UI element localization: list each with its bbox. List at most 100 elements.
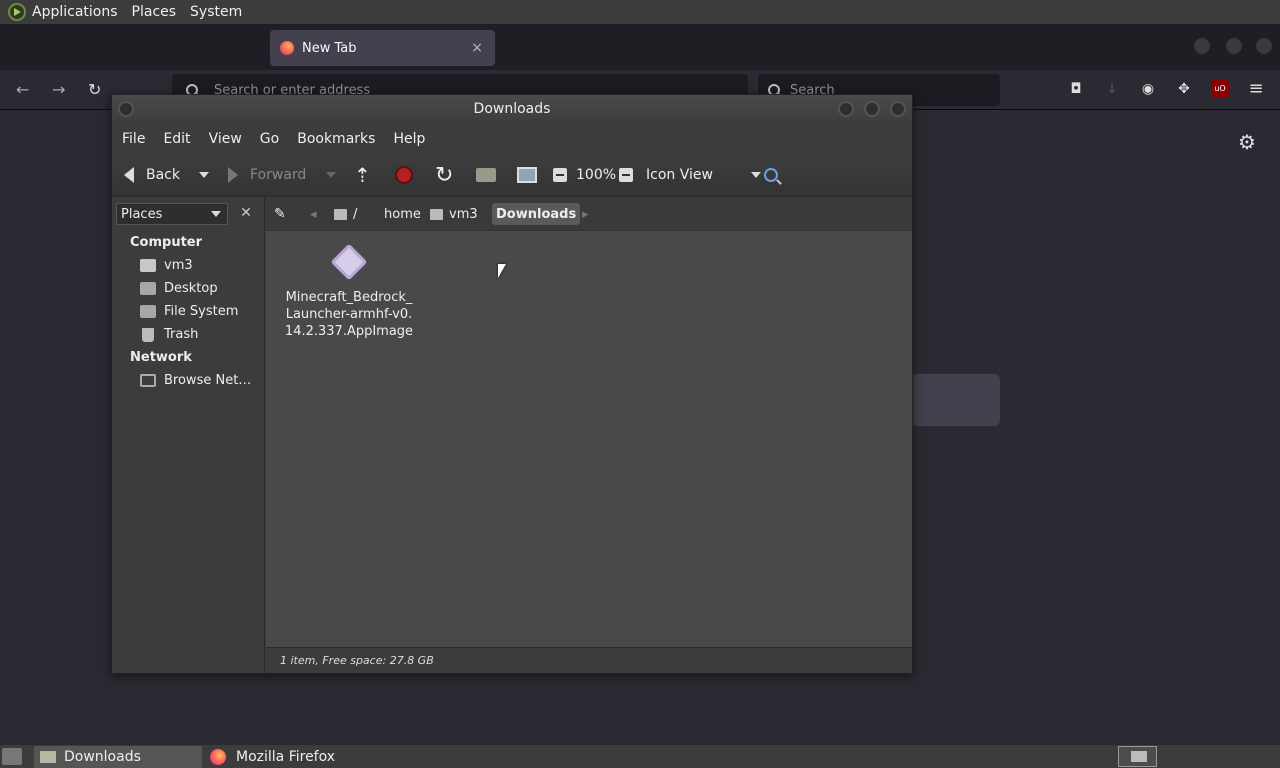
view-mode-select[interactable]: Icon View	[646, 153, 761, 197]
back-arrow-icon	[124, 167, 134, 183]
minimize-icon[interactable]	[1194, 38, 1210, 54]
system-top-panel: Applications Places System	[0, 0, 1280, 24]
window-title: Downloads	[473, 101, 551, 117]
path-scroll-right-icon[interactable]: ▸	[578, 203, 593, 225]
system-menu[interactable]: System	[190, 4, 242, 20]
window-menu-icon[interactable]	[118, 101, 134, 117]
home-folder-icon[interactable]	[476, 153, 496, 197]
firefox-tab-bar: New Tab ×	[0, 24, 1280, 70]
drive-icon	[140, 305, 156, 318]
back-button[interactable]: Back	[124, 153, 180, 197]
maximize-icon[interactable]	[1226, 38, 1242, 54]
pocket-icon[interactable]: ◘	[1067, 80, 1085, 98]
settings-gear-icon[interactable]: ⚙	[1238, 130, 1256, 154]
close-sidebar-icon[interactable]: ✕	[236, 203, 256, 223]
minimize-icon[interactable]	[838, 101, 854, 117]
file-manager-body: Places ✕ Computer vm3 Desktop File Syste…	[112, 197, 912, 673]
tab-label: New Tab	[302, 40, 357, 56]
sidebar-type-label: Places	[121, 206, 163, 222]
menu-edit[interactable]: Edit	[163, 131, 190, 147]
file-name: Minecraft_Bedrock_ Launcher-armhf-v0. 14…	[284, 290, 414, 339]
bottom-taskbar: Downloads Mozilla Firefox	[0, 744, 1280, 768]
close-window-icon[interactable]	[1256, 38, 1272, 54]
forward-button[interactable]: Forward	[228, 153, 306, 197]
sidebar-heading-network: Network	[130, 350, 192, 365]
stop-icon[interactable]	[395, 153, 413, 197]
sidebar-item-label: Desktop	[164, 281, 218, 296]
network-icon	[140, 374, 156, 387]
menu-view[interactable]: View	[209, 131, 242, 147]
menu-file[interactable]: File	[122, 131, 145, 147]
firefox-content-card	[913, 374, 1000, 426]
file-item[interactable]: Minecraft_Bedrock_ Launcher-armhf-v0. 14…	[284, 239, 414, 340]
places-menu[interactable]: Places	[132, 4, 177, 20]
path-scroll-left-icon[interactable]: ◂	[306, 203, 321, 225]
folder-icon	[40, 751, 56, 763]
taskbar-item-label: Mozilla Firefox	[236, 749, 336, 765]
sidebar-heading-computer: Computer	[130, 235, 203, 250]
file-view[interactable]: Minecraft_Bedrock_ Launcher-armhf-v0. 14…	[266, 231, 912, 647]
ublock-icon[interactable]: uO	[1211, 80, 1229, 98]
forward-history-dropdown[interactable]	[326, 153, 336, 197]
menu-help[interactable]: Help	[393, 131, 425, 147]
mate-logo-icon[interactable]	[8, 3, 26, 21]
breadcrumb-home[interactable]: home	[380, 203, 425, 225]
sidebar-item-file-system[interactable]: File System	[140, 304, 238, 319]
status-bar: 1 item, Free space: 27.8 GB	[266, 647, 912, 673]
up-arrow-icon[interactable]: ⇡	[354, 153, 371, 197]
download-icon[interactable]: ↓	[1103, 80, 1121, 98]
workspace-switcher[interactable]	[1118, 746, 1157, 767]
search-icon[interactable]	[764, 153, 794, 197]
reload-icon[interactable]: ↻	[435, 153, 453, 197]
taskbar-item-label: Downloads	[64, 749, 141, 765]
breadcrumb-label: vm3	[449, 206, 478, 222]
home-folder-icon	[140, 259, 156, 272]
firefox-icon	[280, 41, 294, 55]
computer-icon[interactable]	[517, 153, 537, 197]
sidebar-item-vm3[interactable]: vm3	[140, 258, 193, 273]
menu-go[interactable]: Go	[260, 131, 279, 147]
home-folder-icon	[430, 208, 443, 220]
account-icon[interactable]: ◉	[1139, 80, 1157, 98]
sidebar-item-label: File System	[164, 304, 239, 319]
edit-location-icon[interactable]: ✎	[270, 203, 290, 225]
menu-bookmarks[interactable]: Bookmarks	[297, 131, 375, 147]
close-tab-icon[interactable]: ×	[471, 40, 483, 56]
sidebar-item-label: Trash	[164, 327, 199, 342]
firefox-tab-inactive[interactable]	[40, 30, 240, 66]
menu-icon[interactable]: ≡	[1247, 80, 1265, 98]
sidebar: Places ✕ Computer vm3 Desktop File Syste…	[112, 197, 265, 673]
forward-arrow-icon	[228, 167, 238, 183]
firefox-icon	[210, 749, 226, 765]
breadcrumb-downloads[interactable]: Downloads	[492, 203, 581, 225]
breadcrumb-label: /	[353, 206, 358, 222]
sidebar-item-browse-network[interactable]: Browse Net…	[140, 373, 251, 388]
breadcrumb-root[interactable]: /	[330, 203, 361, 225]
extensions-icon[interactable]: ✥	[1175, 80, 1193, 98]
applications-menu[interactable]: Applications	[32, 4, 118, 20]
toolbar: Back Forward ⇡ ↻ 100% Icon View	[112, 153, 912, 197]
back-history-dropdown[interactable]	[199, 153, 209, 197]
desktop-folder-icon	[140, 282, 156, 295]
sidebar-item-trash[interactable]: Trash	[140, 327, 198, 342]
forward-arrow-icon[interactable]: →	[52, 80, 65, 99]
taskbar-item-firefox[interactable]: Mozilla Firefox	[204, 746, 374, 768]
sidebar-type-select[interactable]: Places	[116, 203, 228, 225]
close-window-icon[interactable]	[890, 101, 906, 117]
show-desktop-icon[interactable]	[2, 748, 22, 765]
maximize-icon[interactable]	[864, 101, 880, 117]
window-titlebar[interactable]: Downloads	[112, 95, 912, 125]
firefox-tab-new-tab[interactable]: New Tab ×	[270, 30, 495, 66]
reload-icon[interactable]: ↻	[88, 80, 101, 99]
menubar: File Edit View Go Bookmarks Help	[112, 125, 912, 153]
zoom-in-icon[interactable]	[619, 153, 633, 197]
taskbar-item-downloads[interactable]: Downloads	[34, 746, 202, 768]
back-label: Back	[146, 167, 180, 183]
back-arrow-icon[interactable]: ←	[16, 80, 29, 99]
zoom-out-icon[interactable]	[553, 153, 567, 197]
breadcrumb-vm3[interactable]: vm3	[426, 203, 482, 225]
mouse-cursor-icon	[498, 264, 506, 278]
sidebar-item-desktop[interactable]: Desktop	[140, 281, 218, 296]
drive-icon	[334, 208, 347, 220]
trash-icon	[142, 327, 154, 342]
